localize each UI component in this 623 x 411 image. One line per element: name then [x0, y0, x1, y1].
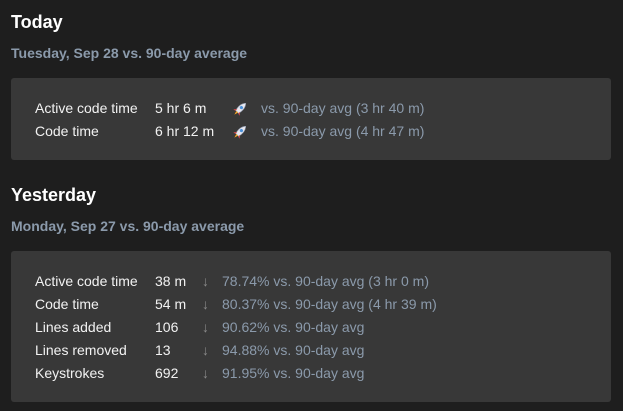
stat-value: 38 m: [155, 273, 187, 289]
rocket-icon: [230, 100, 261, 118]
stat-label: Keystrokes: [35, 365, 105, 381]
stat-row: Lines added 106 ↓ 90.62% vs. 90-day avg: [35, 316, 611, 339]
stat-comparison: vs. 90-day avg (3 hr 40 m): [261, 100, 425, 116]
stat-value: 106: [155, 319, 179, 335]
yesterday-section-title: Yesterday: [11, 185, 97, 205]
stat-value: 54 m: [155, 296, 187, 312]
stat-comparison: 90.62% vs. 90-day avg: [222, 319, 365, 335]
down-arrow-icon: ↓: [202, 296, 209, 312]
down-arrow-icon: ↓: [202, 273, 209, 289]
today-section-title: Today: [11, 12, 63, 32]
stat-label: Active code time: [35, 100, 138, 116]
stat-value: 5 hr 6 m: [155, 100, 207, 116]
stat-label: Lines added: [35, 319, 112, 335]
stat-label: Code time: [35, 123, 99, 139]
down-arrow-icon: ↓: [202, 365, 209, 381]
today-stats-card: Active code time 5 hr 6 m vs. 90-day avg…: [11, 78, 611, 160]
stat-row: Keystrokes 692 ↓ 91.95% vs. 90-day avg: [35, 362, 611, 385]
stat-comparison: vs. 90-day avg (4 hr 47 m): [261, 123, 425, 139]
stat-comparison: 80.37% vs. 90-day avg (4 hr 39 m): [222, 296, 437, 312]
rocket-icon: [230, 123, 261, 141]
stat-label: Active code time: [35, 273, 138, 289]
code-time-dashboard: Today Tuesday, Sep 28 vs. 90-day average…: [0, 0, 623, 411]
stat-row: Code time 54 m ↓ 80.37% vs. 90-day avg (…: [35, 293, 611, 316]
stat-row: Lines removed 13 ↓ 94.88% vs. 90-day avg: [35, 339, 611, 362]
stat-value: 6 hr 12 m: [155, 123, 215, 139]
stat-label: Code time: [35, 296, 99, 312]
stat-comparison: 94.88% vs. 90-day avg: [222, 342, 365, 358]
today-section-subtitle: Tuesday, Sep 28 vs. 90-day average: [11, 45, 248, 61]
stat-comparison: 78.74% vs. 90-day avg (3 hr 0 m): [222, 273, 429, 289]
stat-label: Lines removed: [35, 342, 127, 358]
yesterday-section-subtitle: Monday, Sep 27 vs. 90-day average: [11, 218, 245, 234]
yesterday-stats-card: Active code time 38 m ↓ 78.74% vs. 90-da…: [11, 251, 611, 402]
down-arrow-icon: ↓: [202, 319, 209, 335]
stat-row: Active code time 38 m ↓ 78.74% vs. 90-da…: [35, 270, 611, 293]
down-arrow-icon: ↓: [202, 342, 209, 358]
stat-value: 13: [155, 342, 171, 358]
stat-row: Code time 6 hr 12 m vs. 90-day avg (4 hr…: [35, 120, 611, 143]
stat-comparison: 91.95% vs. 90-day avg: [222, 365, 365, 381]
stat-value: 692: [155, 365, 179, 381]
stat-row: Active code time 5 hr 6 m vs. 90-day avg…: [35, 97, 611, 120]
